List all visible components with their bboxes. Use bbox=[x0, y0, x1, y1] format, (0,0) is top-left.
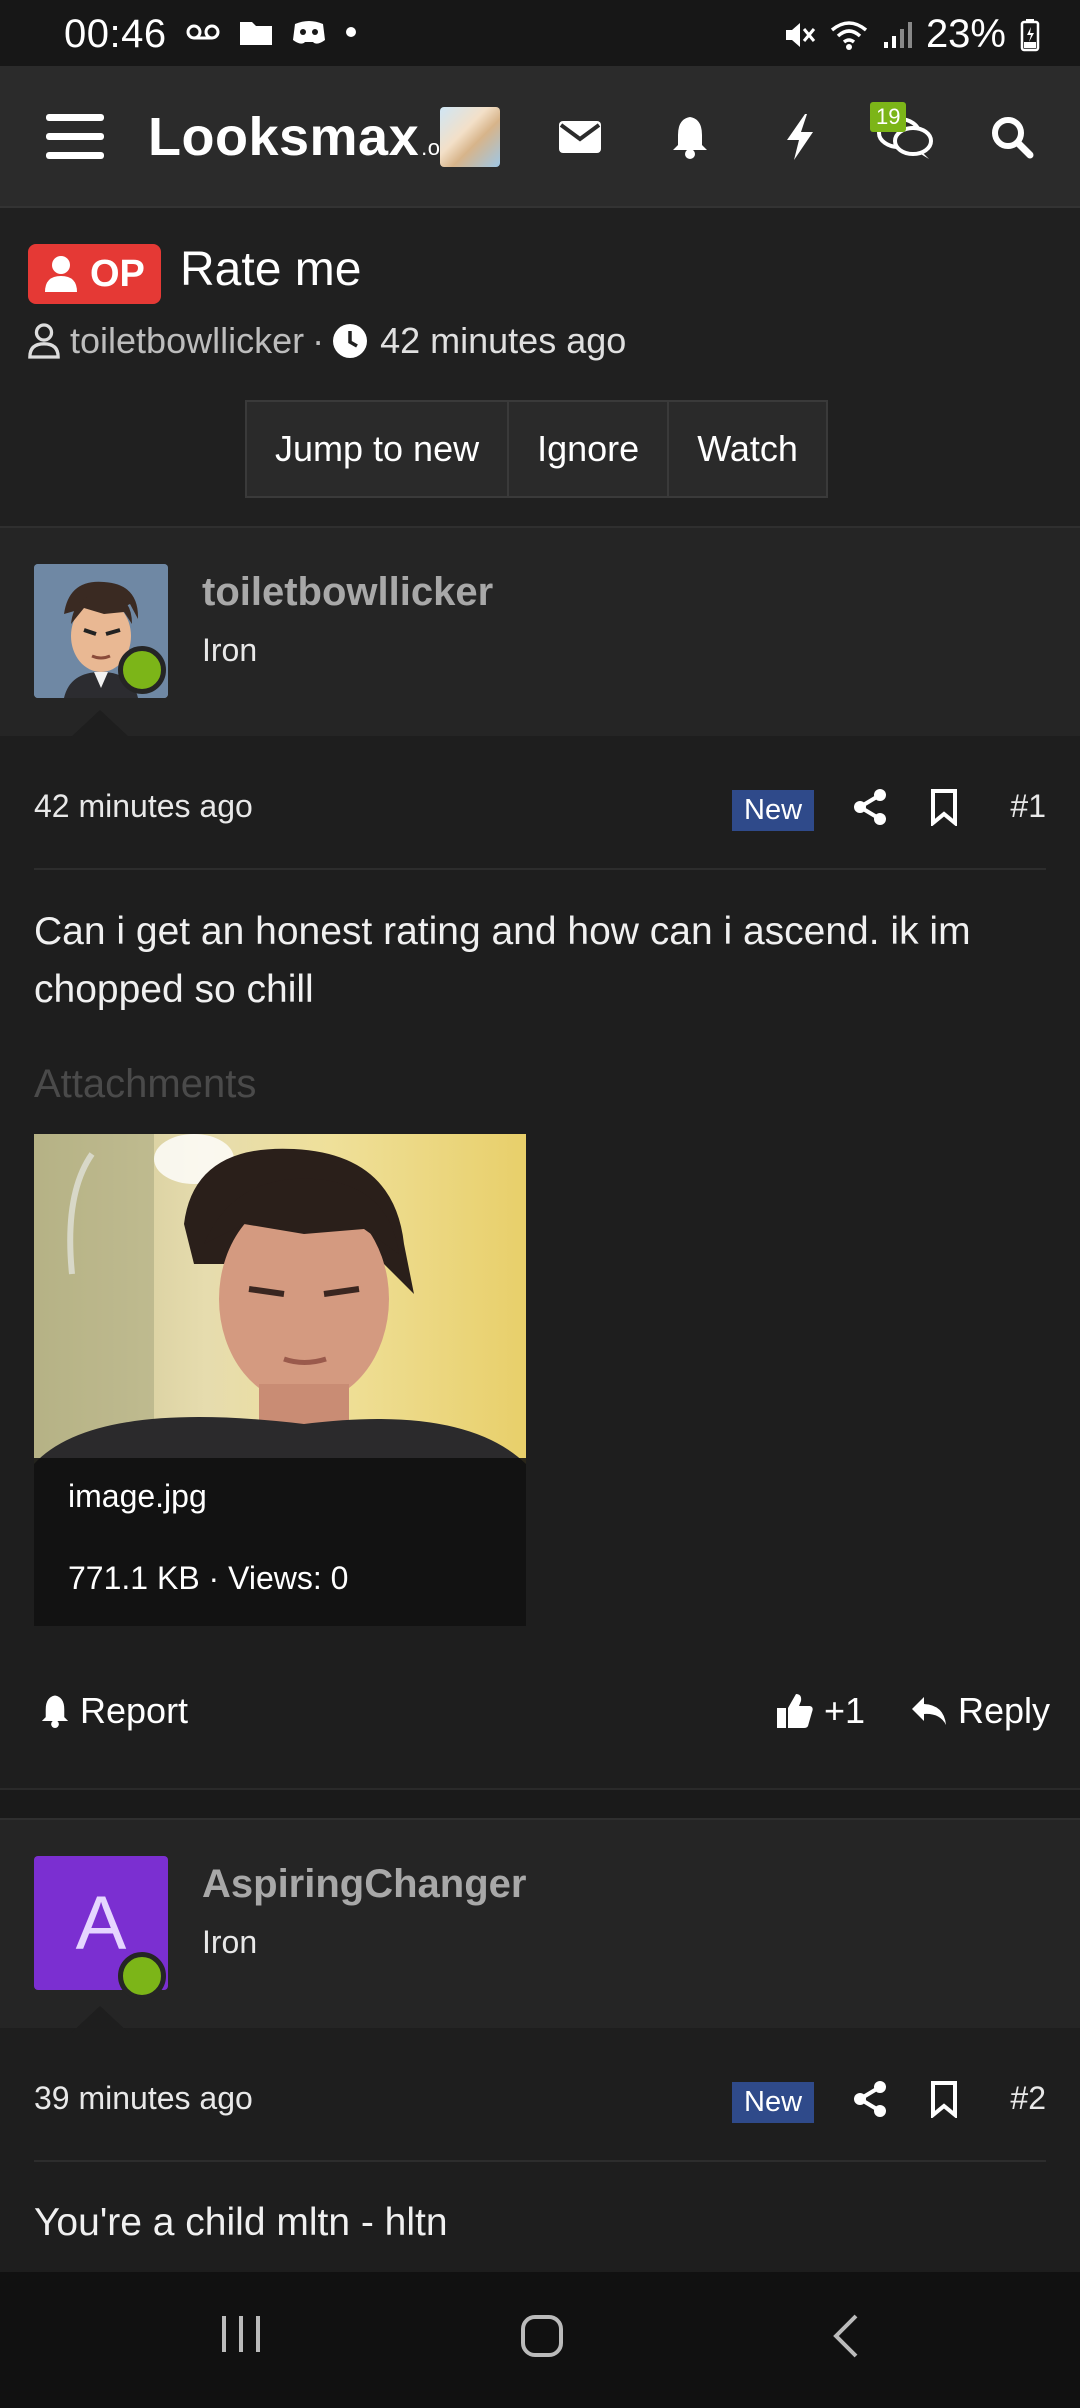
thread-action-buttons: Jump to new Ignore Watch bbox=[245, 400, 828, 498]
user-icon bbox=[45, 256, 77, 292]
chat-count-badge: 19 bbox=[870, 102, 907, 132]
status-bar: 00:46 23% bbox=[0, 0, 1080, 66]
top-navbar: Looksmax.org 19 bbox=[0, 66, 1080, 208]
watch-button[interactable]: Watch bbox=[669, 402, 826, 496]
post-time[interactable]: 39 minutes ago bbox=[34, 2080, 253, 2117]
report-button[interactable]: Report bbox=[40, 1690, 188, 1732]
system-navigation-bar bbox=[0, 2272, 1080, 2408]
clock-icon bbox=[333, 324, 368, 358]
new-badge: New bbox=[732, 2082, 815, 2123]
ignore-button[interactable]: Ignore bbox=[509, 402, 670, 496]
op-label: OP bbox=[90, 252, 145, 295]
thread-author-link[interactable]: toiletbowllicker bbox=[70, 320, 304, 362]
logo-text: Looksmax bbox=[148, 107, 420, 167]
thumbs-up-icon bbox=[777, 1694, 813, 1728]
post-1-meta: 42 minutes ago New #1 bbox=[0, 758, 1080, 858]
thread-meta: toiletbowllicker · 42 minutes ago bbox=[28, 320, 626, 362]
search-icon bbox=[992, 117, 1034, 159]
wifi-icon bbox=[830, 20, 868, 50]
post-2-body: You're a child mltn - hltn bbox=[34, 2201, 448, 2244]
reply-icon bbox=[912, 1697, 946, 1725]
share-icon[interactable] bbox=[852, 788, 888, 826]
whats-new-button[interactable] bbox=[768, 66, 832, 208]
bolt-icon bbox=[787, 114, 813, 160]
discord-icon bbox=[293, 21, 325, 44]
chat-button[interactable] bbox=[870, 66, 940, 208]
home-icon[interactable] bbox=[518, 2312, 566, 2360]
voicemail-icon bbox=[186, 24, 220, 40]
thread-title: Rate me bbox=[180, 243, 362, 296]
user-icon bbox=[28, 323, 60, 359]
online-status-dot bbox=[118, 646, 166, 694]
post-1-body: Can i get an honest rating and how can i… bbox=[34, 910, 971, 1011]
avatar bbox=[440, 107, 500, 167]
attachments-label: Attachments bbox=[34, 1062, 257, 1106]
like-button[interactable]: +1 bbox=[776, 1690, 865, 1732]
bell-icon bbox=[673, 117, 707, 159]
post-time[interactable]: 42 minutes ago bbox=[34, 788, 253, 825]
folder-icon bbox=[240, 22, 272, 45]
recents-icon[interactable] bbox=[218, 2312, 264, 2356]
bookmark-icon[interactable] bbox=[930, 2080, 958, 2118]
back-icon[interactable] bbox=[828, 2312, 862, 2360]
op-badge: OP bbox=[28, 244, 161, 304]
report-label: Report bbox=[80, 1690, 189, 1731]
share-icon[interactable] bbox=[852, 2080, 888, 2118]
reply-button[interactable]: Reply bbox=[910, 1690, 1050, 1732]
alerts-button[interactable] bbox=[658, 66, 722, 208]
status-time: 00:46 bbox=[64, 12, 167, 56]
post-2-meta: 39 minutes ago New #2 bbox=[0, 2050, 1080, 2150]
thread-header: OP Rate me toiletbowllicker · 42 minutes… bbox=[0, 208, 1080, 526]
battery-icon bbox=[1020, 18, 1040, 51]
attachment-thumbnail[interactable]: image.jpg 771.1 KB · Views: 0 bbox=[34, 1134, 526, 1626]
user-rank: Iron bbox=[202, 1924, 258, 1960]
post-gap bbox=[0, 1788, 1080, 1818]
meta-separator: · bbox=[312, 320, 325, 361]
attachment-filename: image.jpg bbox=[68, 1478, 207, 1514]
status-notification-icons bbox=[185, 18, 357, 46]
menu-icon bbox=[46, 114, 104, 159]
online-status-dot bbox=[118, 1952, 166, 2000]
site-logo[interactable]: Looksmax.org bbox=[148, 106, 461, 168]
post-pointer bbox=[70, 710, 130, 738]
post-number[interactable]: #1 bbox=[1010, 788, 1046, 825]
battery-percent: 23% bbox=[925, 12, 1006, 56]
bell-icon bbox=[41, 1695, 69, 1728]
divider bbox=[34, 2160, 1046, 2162]
new-badge: New bbox=[732, 790, 815, 831]
attachment-overlay: image.jpg 771.1 KB · Views: 0 bbox=[34, 1458, 526, 1626]
post-1-user-block: toiletbowllicker Iron bbox=[0, 526, 1080, 738]
reply-label: Reply bbox=[958, 1690, 1051, 1731]
search-button[interactable] bbox=[980, 66, 1044, 208]
post-pointer bbox=[70, 2006, 130, 2034]
attachment-info: 771.1 KB · Views: 0 bbox=[68, 1560, 349, 1596]
user-rank: Iron bbox=[202, 632, 258, 668]
menu-button[interactable] bbox=[30, 66, 120, 208]
bookmark-icon[interactable] bbox=[930, 788, 958, 826]
signal-icon bbox=[883, 21, 912, 48]
post-username[interactable]: toiletbowllicker bbox=[202, 570, 493, 615]
conversations-button[interactable] bbox=[548, 66, 612, 208]
user-avatar-button[interactable] bbox=[438, 66, 502, 208]
post-1-actions: Report +1 Reply bbox=[0, 1672, 1080, 1762]
post-number[interactable]: #2 bbox=[1010, 2080, 1046, 2117]
post-username[interactable]: AspiringChanger bbox=[202, 1862, 526, 1907]
like-count: +1 bbox=[824, 1690, 866, 1731]
divider bbox=[34, 868, 1046, 870]
dot-icon bbox=[346, 27, 356, 37]
mail-icon bbox=[559, 121, 601, 153]
post-2-user-block: A AspiringChanger Iron bbox=[0, 1818, 1080, 2034]
avatar-letter: A bbox=[75, 1880, 127, 1966]
jump-to-new-button[interactable]: Jump to new bbox=[247, 402, 510, 496]
mute-icon bbox=[785, 22, 816, 47]
thread-posted-time[interactable]: 42 minutes ago bbox=[380, 320, 626, 362]
status-right: 23% bbox=[782, 12, 1040, 57]
